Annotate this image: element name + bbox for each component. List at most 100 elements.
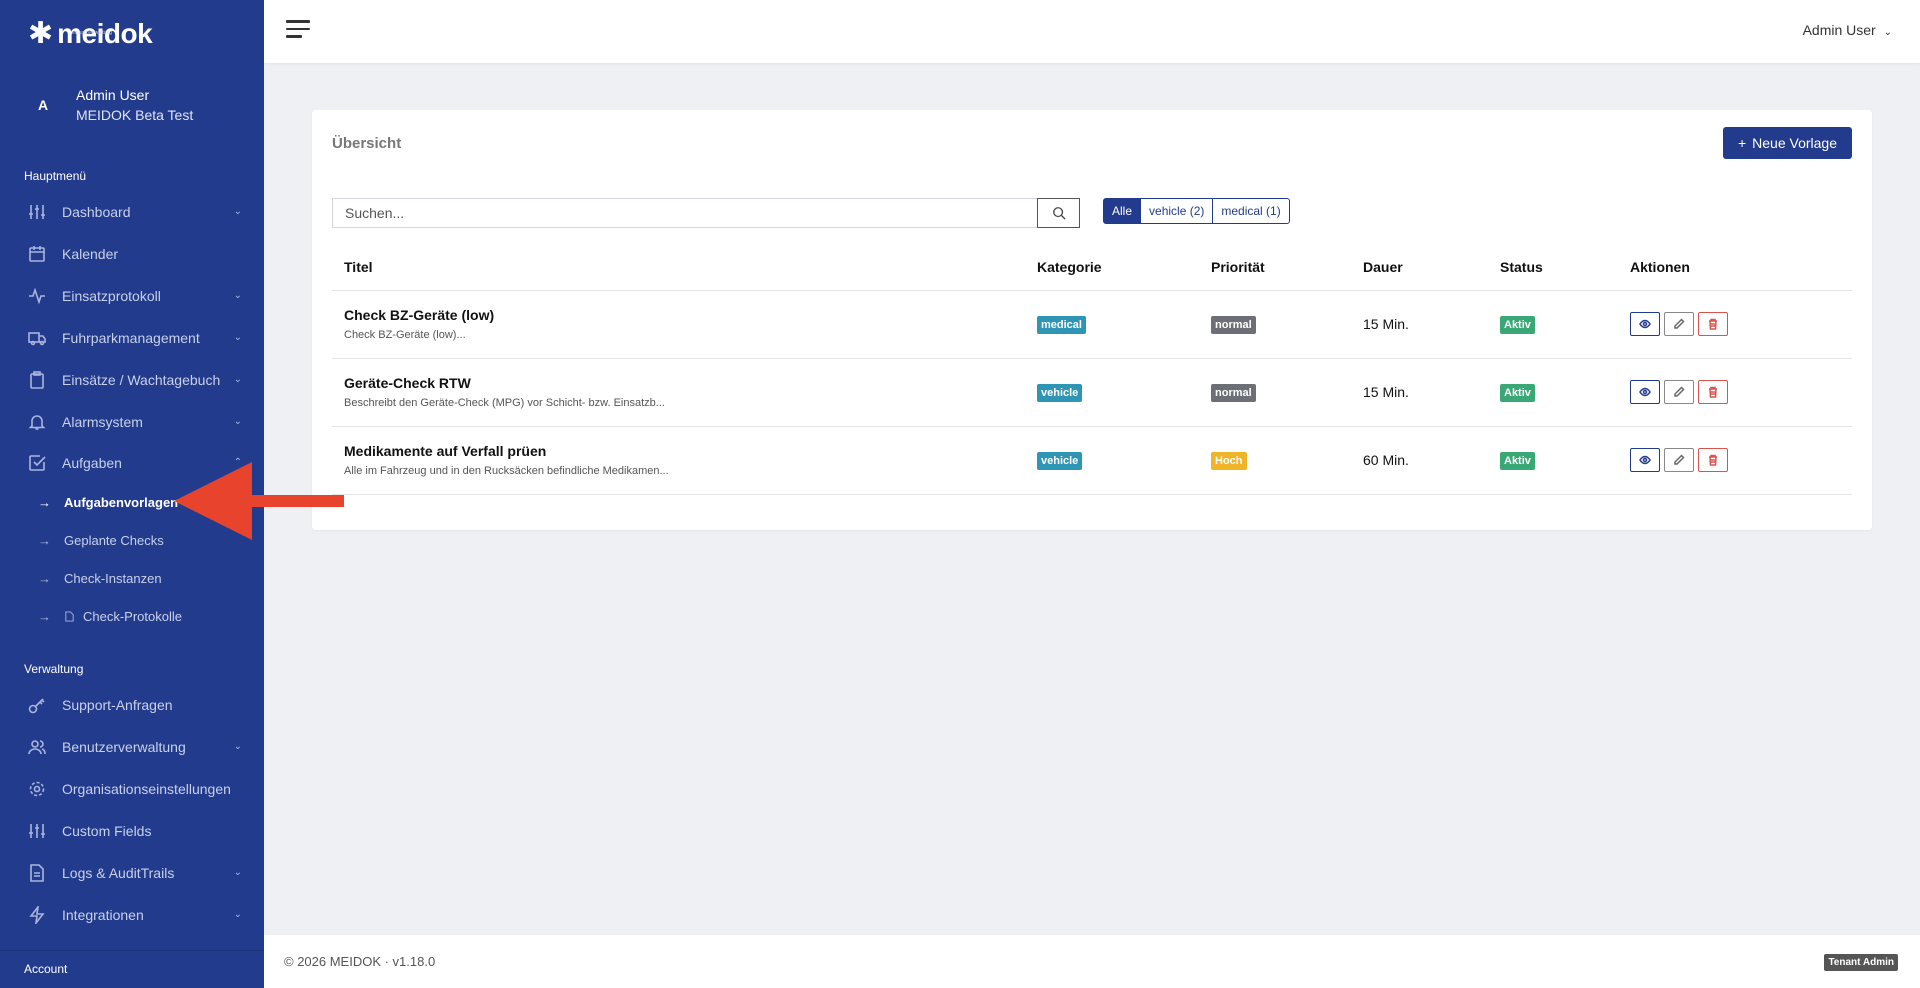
user-profile[interactable]: A Admin User MEIDOK Beta Test <box>24 86 193 124</box>
column-header-title[interactable]: Titel <box>332 245 1025 291</box>
row-description: Alle im Fahrzeug und in den Rucksäcken b… <box>344 465 669 477</box>
sidebar-item-einsaetze[interactable]: Einsätze / Wachtagebuch ⌄ <box>0 360 264 400</box>
pencil-icon <box>1674 454 1685 465</box>
filter-vehicle[interactable]: vehicle (2) <box>1140 198 1214 224</box>
annotation-arrow-icon <box>174 462 344 540</box>
sidebar-item-label: Benutzerverwaltung <box>62 739 186 755</box>
brand-tagline: einsatzverwaltung <box>72 30 113 36</box>
user-menu[interactable]: Admin User ⌄ <box>1803 22 1892 38</box>
clipboard-icon <box>30 371 44 389</box>
sidebar-item-alarmsystem[interactable]: Alarmsystem ⌄ <box>0 402 264 442</box>
row-description: Check BZ-Geräte (low)... <box>344 329 466 341</box>
chevron-down-icon: ⌄ <box>1883 27 1892 38</box>
copyright: © 2026 MEIDOK · v1.18.0 <box>284 954 436 969</box>
key-icon <box>28 698 45 714</box>
view-button[interactable] <box>1630 312 1660 336</box>
priority-badge: normal <box>1211 315 1256 334</box>
sidebar-item-benutzerverwaltung[interactable]: Benutzerverwaltung ⌄ <box>0 727 264 767</box>
activity-icon <box>29 287 45 305</box>
sidebar-item-logs[interactable]: Logs & AuditTrails ⌄ <box>0 853 264 893</box>
search-input[interactable] <box>332 198 1037 228</box>
priority-badge: Hoch <box>1211 451 1247 470</box>
calendar-icon <box>29 246 45 262</box>
user-menu-label: Admin User <box>1802 22 1876 38</box>
bell-icon <box>28 415 46 430</box>
chevron-down-icon: ⌄ <box>233 374 242 385</box>
section-label-admin: Verwaltung <box>24 662 84 676</box>
table-row[interactable]: Medikamente auf Verfall prüen Alle im Fah… <box>332 426 1852 495</box>
category-filter-group: Alle vehicle (2) medical (1) <box>1103 198 1290 224</box>
sidebar-item-label: Custom Fields <box>62 823 152 839</box>
account-section[interactable]: Account <box>0 950 264 988</box>
row-title: Medikamente auf Verfall prüen <box>344 443 547 459</box>
table-row[interactable]: Geräte-Check RTW Beschreibt den Geräte-Ch… <box>332 358 1852 427</box>
sidebar-item-label: Alarmsystem <box>62 414 143 430</box>
section-label-main: Hauptmenü <box>24 169 87 183</box>
chevron-down-icon: ⌄ <box>233 206 242 217</box>
row-title: Check BZ-Geräte (low) <box>344 307 495 323</box>
sidebar-subitem-label: Check-Protokolle <box>64 609 182 624</box>
role-badge: Tenant Admin <box>1824 954 1898 971</box>
edit-button[interactable] <box>1664 312 1694 336</box>
chevron-down-icon: ⌄ <box>233 332 242 343</box>
filter-all[interactable]: Alle <box>1103 198 1142 224</box>
column-header-category[interactable]: Kategorie <box>1025 245 1199 291</box>
sidebar-subitem-label: Geplante Checks <box>64 532 164 548</box>
sidebar-item-integrationen[interactable]: Integrationen ⌄ <box>0 895 264 935</box>
row-title: Geräte-Check RTW <box>344 375 471 391</box>
sidebar-subitem-check-instanzen[interactable]: → Check-Instanzen <box>0 560 264 596</box>
priority-badge: normal <box>1211 383 1256 402</box>
sliders-icon <box>29 824 45 838</box>
table-row[interactable]: Check BZ-Geräte (low) Check BZ-Geräte (lo… <box>332 290 1852 359</box>
star-of-life-icon: ✱ <box>28 17 54 50</box>
column-header-actions: Aktionen <box>1618 245 1852 291</box>
sidebar-subitem-check-protokolle[interactable]: → Check-Protokolle <box>0 598 264 634</box>
delete-button[interactable] <box>1698 312 1728 336</box>
pencil-icon <box>1674 386 1685 397</box>
search-button[interactable] <box>1037 198 1080 228</box>
chevron-down-icon: ⌄ <box>233 909 242 920</box>
eye-icon <box>1639 387 1651 397</box>
sidebar-item-label: Aufgaben <box>62 455 122 471</box>
sliders-icon <box>29 205 45 219</box>
delete-button[interactable] <box>1698 448 1728 472</box>
arrow-right-icon: → <box>38 570 51 586</box>
category-badge: vehicle <box>1037 383 1083 402</box>
row-duration: 15 Min. <box>1351 358 1488 427</box>
sidebar-item-custom-fields[interactable]: Custom Fields <box>0 811 264 851</box>
file-icon <box>65 610 74 622</box>
templates-card: Übersicht + Neue Vorlage Alle vehicle (2… <box>312 110 1872 530</box>
status-badge: Aktiv <box>1500 383 1535 402</box>
filter-medical[interactable]: medical (1) <box>1212 198 1290 224</box>
row-duration: 15 Min. <box>1351 290 1488 359</box>
eye-icon <box>1639 455 1651 465</box>
view-button[interactable] <box>1630 380 1660 404</box>
sidebar-item-einsatzprotokoll[interactable]: Einsatzprotokoll ⌄ <box>0 276 264 316</box>
column-header-status[interactable]: Status <box>1488 245 1618 291</box>
sidebar-item-dashboard[interactable]: Dashboard ⌄ <box>0 192 264 232</box>
sidebar-item-support[interactable]: Support-Anfragen <box>0 685 264 725</box>
column-header-duration[interactable]: Dauer <box>1351 245 1488 291</box>
category-badge: medical <box>1037 315 1086 334</box>
user-org: MEIDOK Beta Test <box>76 107 194 123</box>
edit-button[interactable] <box>1664 448 1694 472</box>
sidebar-item-organisationseinstellungen[interactable]: Organisationseinstellungen <box>0 769 264 809</box>
eye-icon <box>1639 319 1651 329</box>
user-name: Admin User <box>76 87 150 103</box>
chevron-down-icon: ⌄ <box>233 290 242 301</box>
column-header-priority[interactable]: Priorität <box>1199 245 1351 291</box>
sidebar-item-label: Organisationseinstellungen <box>62 781 231 797</box>
view-button[interactable] <box>1630 448 1660 472</box>
delete-button[interactable] <box>1698 380 1728 404</box>
sidebar-item-fuhrparkmanagement[interactable]: Fuhrparkmanagement ⌄ <box>0 318 264 358</box>
category-badge: vehicle <box>1037 451 1083 470</box>
sidebar-item-kalender[interactable]: Kalender <box>0 234 264 274</box>
new-template-button[interactable]: + Neue Vorlage <box>1722 127 1852 159</box>
sidebar-subitem-text: Check-Protokolle <box>83 608 182 624</box>
chevron-down-icon: ⌄ <box>233 867 242 878</box>
menu-toggle-icon[interactable] <box>286 20 310 40</box>
sidebar-item-label: Support-Anfragen <box>62 697 173 713</box>
edit-button[interactable] <box>1664 380 1694 404</box>
sidebar-item-label: Fuhrparkmanagement <box>62 330 200 346</box>
plus-icon: + <box>1737 135 1747 151</box>
